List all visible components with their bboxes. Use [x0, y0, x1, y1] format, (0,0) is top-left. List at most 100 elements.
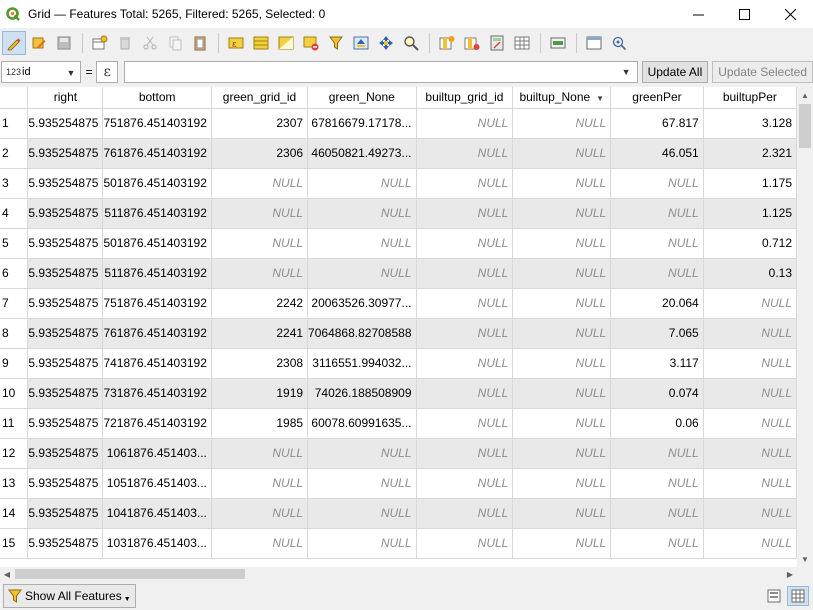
table-cell[interactable]: 7064868.82708588: [307, 318, 417, 349]
expression-combo[interactable]: ▼: [124, 61, 638, 83]
table-cell[interactable]: NULL: [610, 498, 704, 529]
table-cell[interactable]: NULL: [610, 228, 704, 259]
table-cell[interactable]: 1031876.451403...: [102, 528, 212, 559]
table-cell[interactable]: 5.935254875: [27, 198, 104, 229]
row-number[interactable]: 11: [0, 408, 29, 439]
select-all-icon[interactable]: [249, 31, 273, 55]
update-selected-button[interactable]: Update Selected: [712, 61, 813, 83]
table-cell[interactable]: 5.935254875: [27, 498, 104, 529]
table-cell[interactable]: NULL: [211, 498, 309, 529]
table-cell[interactable]: 5.935254875: [27, 438, 104, 469]
conditional-formatting-icon[interactable]: [510, 31, 534, 55]
table-cell[interactable]: NULL: [610, 468, 704, 499]
table-cell[interactable]: NULL: [307, 198, 417, 229]
chevron-down-icon[interactable]: ▼: [614, 62, 637, 82]
table-cell[interactable]: 3.128: [703, 108, 797, 139]
table-cell[interactable]: 2307: [211, 108, 309, 139]
table-cell[interactable]: 751876.451403192: [102, 288, 212, 319]
table-cell[interactable]: 1.125: [703, 198, 797, 229]
reload-table-icon[interactable]: [88, 31, 112, 55]
table-cell[interactable]: NULL: [703, 438, 797, 469]
table-cell[interactable]: 20.064: [610, 288, 704, 319]
table-cell[interactable]: NULL: [512, 438, 612, 469]
table-cell[interactable]: 74026.188508909: [307, 378, 417, 409]
table-cell[interactable]: NULL: [512, 468, 612, 499]
table-cell[interactable]: NULL: [416, 198, 514, 229]
table-cell[interactable]: NULL: [307, 498, 417, 529]
select-by-expression-icon[interactable]: ε: [224, 31, 248, 55]
row-number[interactable]: 10: [0, 378, 29, 409]
field-calculator-icon[interactable]: [485, 31, 509, 55]
table-cell[interactable]: NULL: [307, 438, 417, 469]
table-cell[interactable]: 5.935254875: [27, 378, 104, 409]
table-cell[interactable]: NULL: [512, 258, 612, 289]
row-number[interactable]: 7: [0, 288, 29, 319]
table-cell[interactable]: NULL: [416, 438, 514, 469]
table-cell[interactable]: 5.935254875: [27, 228, 104, 259]
table-cell[interactable]: 46.051: [610, 138, 704, 169]
table-cell[interactable]: 1919: [211, 378, 309, 409]
table-cell[interactable]: 1985: [211, 408, 309, 439]
table-row[interactable]: 10 5.935254875 731876.451403192 1919 74026.1…: [0, 378, 797, 409]
table-cell[interactable]: NULL: [416, 288, 514, 319]
row-number[interactable]: 15: [0, 528, 29, 559]
table-cell[interactable]: NULL: [512, 168, 612, 199]
table-cell[interactable]: 731876.451403192: [102, 378, 212, 409]
table-cell[interactable]: NULL: [512, 318, 612, 349]
table-cell[interactable]: 741876.451403192: [102, 348, 212, 379]
table-row[interactable]: 12 5.935254875 1061876.451403... NULL NULL NU…: [0, 438, 797, 469]
table-cell[interactable]: NULL: [512, 378, 612, 409]
table-cell[interactable]: NULL: [416, 258, 514, 289]
table-cell[interactable]: NULL: [211, 198, 309, 229]
table-cell[interactable]: NULL: [416, 228, 514, 259]
table-cell[interactable]: 761876.451403192: [102, 138, 212, 169]
table-cell[interactable]: 3116551.994032...: [307, 348, 417, 379]
expression-builder-button[interactable]: ε: [96, 61, 119, 83]
table-row[interactable]: 15 5.935254875 1031876.451403... NULL NULL NU…: [0, 528, 797, 559]
table-cell[interactable]: 501876.451403192: [102, 168, 212, 199]
table-cell[interactable]: 511876.451403192: [102, 258, 212, 289]
table-cell[interactable]: NULL: [512, 288, 612, 319]
table-cell[interactable]: 761876.451403192: [102, 318, 212, 349]
table-cell[interactable]: 1061876.451403...: [102, 438, 212, 469]
table-cell[interactable]: 60078.60991635...: [307, 408, 417, 439]
table-cell[interactable]: NULL: [703, 378, 797, 409]
table-cell[interactable]: 0.074: [610, 378, 704, 409]
table-cell[interactable]: NULL: [416, 378, 514, 409]
table-cell[interactable]: 501876.451403192: [102, 228, 212, 259]
table-row[interactable]: 3 5.935254875 501876.451403192 NULL NULL NULL…: [0, 168, 797, 199]
table-cell[interactable]: NULL: [610, 168, 704, 199]
column-header[interactable]: builtupPer: [703, 87, 797, 109]
table-cell[interactable]: NULL: [512, 138, 612, 169]
invert-selection-icon[interactable]: [274, 31, 298, 55]
multi-edit-icon[interactable]: [27, 31, 51, 55]
scroll-right-icon[interactable]: ▶: [783, 567, 797, 581]
table-cell[interactable]: 20063526.30977...: [307, 288, 417, 319]
table-cell[interactable]: NULL: [512, 528, 612, 559]
table-cell[interactable]: 2308: [211, 348, 309, 379]
deselect-all-icon[interactable]: [299, 31, 323, 55]
table-cell[interactable]: 1041876.451403...: [102, 498, 212, 529]
row-number[interactable]: 6: [0, 258, 29, 289]
table-cell[interactable]: NULL: [307, 258, 417, 289]
table-cell[interactable]: 5.935254875: [27, 108, 104, 139]
table-cell[interactable]: 5.935254875: [27, 318, 104, 349]
zoom-to-selection-icon[interactable]: [399, 31, 423, 55]
row-number[interactable]: 8: [0, 318, 29, 349]
delete-features-icon[interactable]: [113, 31, 137, 55]
table-cell[interactable]: NULL: [211, 228, 309, 259]
scroll-left-icon[interactable]: ◀: [0, 567, 14, 581]
table-cell[interactable]: 7.065: [610, 318, 704, 349]
expression-input[interactable]: [125, 62, 621, 82]
move-selection-top-icon[interactable]: [349, 31, 373, 55]
row-number[interactable]: 13: [0, 468, 29, 499]
table-cell[interactable]: NULL: [416, 108, 514, 139]
table-cell[interactable]: 5.935254875: [27, 468, 104, 499]
update-all-button[interactable]: Update All: [641, 61, 709, 83]
new-field-icon[interactable]: [435, 31, 459, 55]
table-cell[interactable]: NULL: [416, 318, 514, 349]
save-edits-icon[interactable]: [52, 31, 76, 55]
filter-selection-icon[interactable]: [324, 31, 348, 55]
table-cell[interactable]: NULL: [512, 348, 612, 379]
table-cell[interactable]: 5.935254875: [27, 528, 104, 559]
